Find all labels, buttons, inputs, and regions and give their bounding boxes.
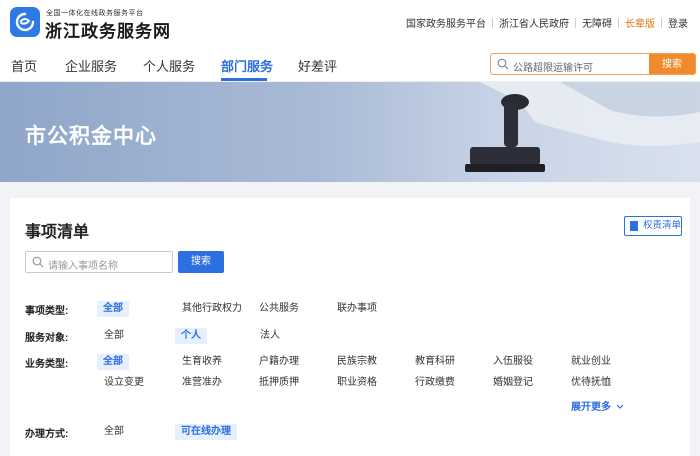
nav-home[interactable]: 首页 — [11, 56, 37, 75]
item-list-title: 事项清单 — [25, 224, 90, 241]
filter-business-option[interactable]: 优待抚恤 — [571, 375, 611, 391]
stamp-hand-illustration — [465, 82, 700, 172]
nav-department-services[interactable]: 部门服务 — [221, 56, 273, 75]
filter-business-option[interactable]: 教育科研 — [415, 354, 455, 370]
link-accessibility[interactable]: 无障碍 — [576, 15, 618, 30]
nav-enterprise-services[interactable]: 企业服务 — [65, 56, 117, 75]
site-search-button[interactable]: 搜索 — [649, 54, 695, 74]
zhejiang-logo-icon[interactable] — [10, 7, 40, 37]
filter-label-handling-method: 办理方式: — [25, 429, 69, 440]
filter-business-option[interactable]: 婚姻登记 — [493, 375, 533, 391]
link-national-platform[interactable]: 国家政务服务平台 — [400, 15, 492, 30]
item-search-box[interactable]: 请输入事项名称 — [25, 251, 173, 273]
expand-more-label: 展开更多 — [571, 402, 611, 413]
banner-title: 市公积金中心 — [25, 125, 157, 148]
site-search-box[interactable]: 公路超限运输许可 搜索 — [490, 53, 696, 75]
search-icon — [32, 256, 44, 268]
filter-business-option[interactable]: 抵押质押 — [259, 375, 299, 391]
site-search-input[interactable]: 公路超限运输许可 — [513, 59, 593, 74]
rights-list-label: 权责清单 — [643, 220, 682, 231]
login-link[interactable]: 登录 — [662, 15, 694, 30]
chevron-down-icon — [616, 404, 624, 409]
filter-target-individual[interactable]: 个人 — [175, 328, 207, 344]
link-provincial-government[interactable]: 浙江省人民政府 — [493, 15, 575, 30]
filter-type-all[interactable]: 全部 — [97, 301, 129, 317]
filter-business-option[interactable]: 行政缴费 — [415, 375, 455, 391]
filter-label-business-type: 业务类型: — [25, 359, 69, 370]
item-list-card: 事项清单 权责清单 请输入事项名称 搜索 事项类型: 全部 其他行政权力 公共服… — [10, 198, 690, 456]
filter-target-all[interactable]: 全部 — [104, 328, 124, 344]
filter-label-service-target: 服务对象: — [25, 333, 69, 344]
filter-label-item-type: 事项类型: — [25, 306, 69, 317]
rights-list-button[interactable]: 权责清单 — [624, 216, 682, 236]
filter-business-option[interactable]: 就业创业 — [571, 354, 611, 370]
document-icon — [630, 221, 638, 231]
filter-business-option[interactable]: 民族宗教 — [337, 354, 377, 370]
item-search-input[interactable]: 请输入事项名称 — [48, 257, 118, 272]
nav-rating[interactable]: 好差评 — [298, 56, 337, 75]
search-icon — [497, 58, 509, 70]
filter-method-all[interactable]: 全部 — [104, 424, 124, 440]
top-header: 全国一体化在线政务服务平台 浙江政务服务网 国家政务服务平台 浙江省人民政府 无… — [0, 0, 700, 46]
top-links: 国家政务服务平台 浙江省人民政府 无障碍 长辈版 登录 — [400, 15, 694, 30]
expand-more-button[interactable]: 展开更多 — [571, 398, 624, 413]
nav-active-indicator — [221, 78, 267, 81]
nav-personal-services[interactable]: 个人服务 — [143, 56, 195, 75]
filter-business-option[interactable]: 入伍服役 — [493, 354, 533, 370]
filter-method-online[interactable]: 可在线办理 — [175, 424, 237, 440]
item-search-button[interactable]: 搜索 — [178, 251, 224, 273]
link-elder-version[interactable]: 长辈版 — [619, 15, 661, 30]
filter-type-joint[interactable]: 联办事项 — [337, 301, 377, 317]
filter-business-option[interactable]: 职业资格 — [337, 375, 377, 391]
filter-business-option[interactable]: 户籍办理 — [259, 354, 299, 370]
filter-business-option[interactable]: 生育收养 — [182, 354, 222, 370]
filter-type-other-admin[interactable]: 其他行政权力 — [182, 301, 242, 317]
department-banner: 市公积金中心 — [0, 82, 700, 182]
filter-business-all[interactable]: 全部 — [97, 354, 129, 370]
brand-title[interactable]: 浙江政务服务网 — [45, 17, 171, 42]
filter-type-public-service[interactable]: 公共服务 — [259, 301, 299, 317]
filter-business-option[interactable]: 设立变更 — [104, 375, 144, 391]
filter-business-option[interactable]: 准营准办 — [182, 375, 222, 391]
filter-target-legal-entity[interactable]: 法人 — [260, 328, 280, 344]
